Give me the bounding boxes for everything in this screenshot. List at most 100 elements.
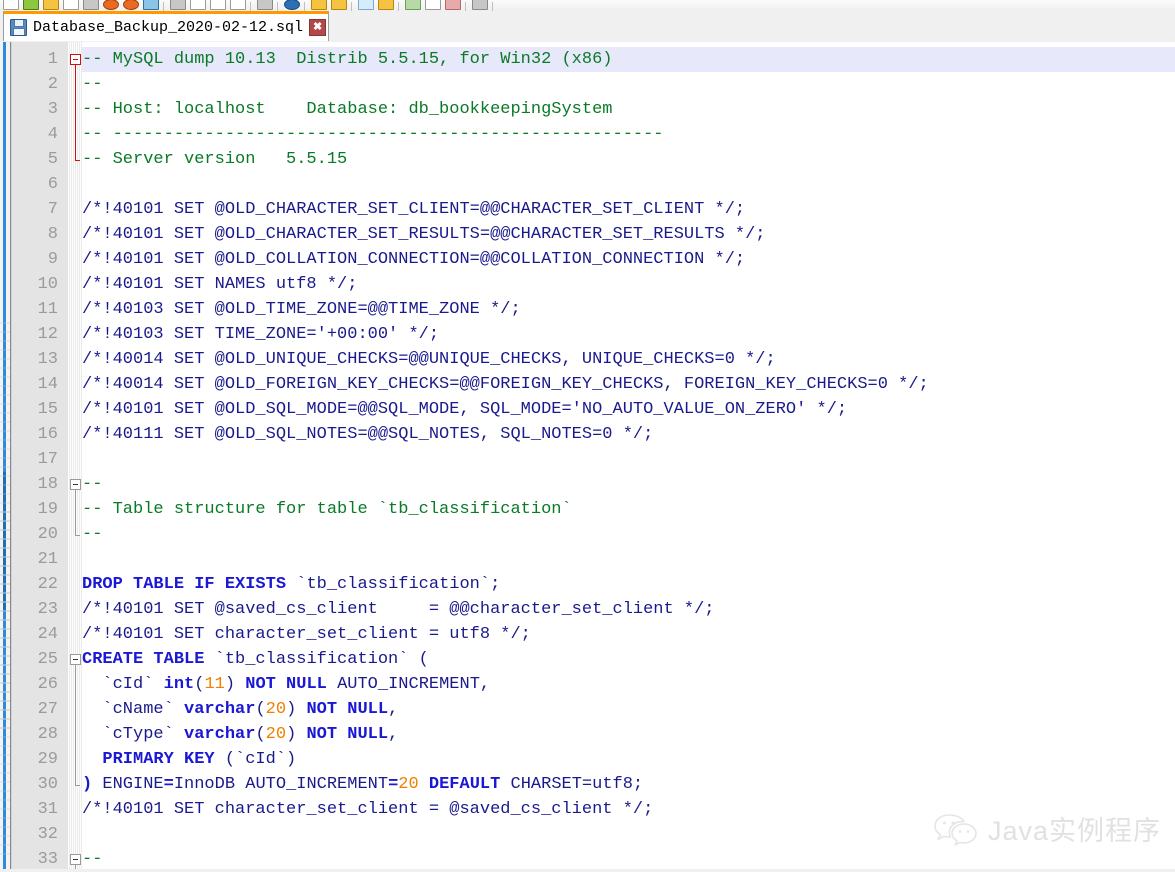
editor-area[interactable]: 1 2 3 4 5 6 7 8 9 10 11 12 13 14 15 16 17 18 19 20 21 22 23 24 2… (0, 42, 1175, 872)
close-all-button[interactable] (120, 0, 140, 11)
fold-marker-row[interactable] (68, 497, 82, 522)
code-pane[interactable]: -- MySQL dump 10.13 Distrib 5.5.15, for … (82, 42, 1175, 872)
code-line[interactable]: /*!40101 SET @OLD_CHARACTER_SET_CLIENT=@… (82, 197, 1175, 222)
line-number: 1 (12, 47, 68, 72)
code-line[interactable]: /*!40014 SET @OLD_UNIQUE_CHECKS=@@UNIQUE… (82, 347, 1175, 372)
fold-marker-row[interactable] (68, 772, 82, 797)
print-button[interactable] (80, 0, 100, 11)
code-line[interactable]: -- (82, 522, 1175, 547)
document-map-rail[interactable] (0, 42, 10, 872)
code-line[interactable]: ) ENGINE=InnoDB AUTO_INCREMENT=20 DEFAUL… (82, 772, 1175, 797)
close-icon[interactable]: ✖ (309, 19, 327, 36)
fold-marker-row[interactable] (68, 122, 82, 147)
code-line[interactable]: PRIMARY KEY (`cId`) (82, 747, 1175, 772)
code-line[interactable] (82, 172, 1175, 197)
undo-button[interactable] (207, 0, 227, 11)
code-line-text: /*!40101 SET character_set_client = utf8… (82, 622, 531, 647)
code-token: DEFAULT (428, 775, 501, 794)
save-file-button[interactable] (40, 0, 60, 11)
word-wrap-button[interactable] (308, 0, 328, 11)
code-line[interactable]: /*!40103 SET @OLD_TIME_ZONE=@@TIME_ZONE … (82, 297, 1175, 322)
close-file-button[interactable] (100, 0, 120, 11)
code-line[interactable]: -- (82, 72, 1175, 97)
line-number: 4 (12, 122, 68, 147)
plugin-button[interactable] (469, 0, 489, 11)
document-map-tick (0, 538, 10, 540)
code-line[interactable]: /*!40101 SET @OLD_COLLATION_CONNECTION=@… (82, 247, 1175, 272)
fold-marker-row[interactable] (68, 147, 82, 172)
document-map-tick (0, 376, 10, 378)
code-line[interactable]: CREATE TABLE `tb_classification` ( (82, 647, 1175, 672)
new-file-button[interactable] (0, 0, 20, 11)
code-line[interactable]: -- (82, 472, 1175, 497)
line-number-label: 20 (37, 525, 58, 544)
fold-marker-row[interactable] (68, 672, 82, 697)
run-button[interactable] (402, 0, 422, 11)
fold-marker-row[interactable] (68, 747, 82, 772)
code-token: , (388, 700, 399, 719)
code-line[interactable]: /*!40101 SET @OLD_SQL_MODE=@@SQL_MODE, S… (82, 397, 1175, 422)
code-line[interactable]: -- Server version 5.5.15 (82, 147, 1175, 172)
code-line[interactable]: -- MySQL dump 10.13 Distrib 5.5.15, for … (82, 47, 1175, 72)
save-all-button[interactable] (60, 0, 80, 11)
show-symbol-button[interactable] (328, 0, 348, 11)
code-line[interactable]: `cId` int(11) NOT NULL AUTO_INCREMENT, (82, 672, 1175, 697)
code-token: NOT NULL (306, 725, 389, 744)
code-line[interactable]: /*!40101 SET NAMES utf8 */; (82, 272, 1175, 297)
fold-marker-row[interactable] (68, 47, 82, 72)
code-token: ) (82, 775, 93, 794)
code-line[interactable]: -- -------------------------------------… (82, 122, 1175, 147)
macro-record-button[interactable] (422, 0, 442, 11)
code-line[interactable]: -- Host: localhost Database: db_bookkeep… (82, 97, 1175, 122)
code-line[interactable]: -- Table structure for table `tb_classif… (82, 497, 1175, 522)
code-token: /*!40101 SET @OLD_CHARACTER_SET_CLIENT=@… (82, 200, 746, 219)
tab-database-backup-sql[interactable]: Database_Backup_2020-02-12.sql ✖ (3, 11, 329, 41)
cut-button[interactable] (140, 0, 160, 11)
code-token: AUTO_INCREMENT, (326, 675, 491, 694)
paste-button[interactable] (187, 0, 207, 11)
code-token: /*!40101 SET @saved_cs_client = @@charac… (82, 600, 715, 619)
code-token: CREATE TABLE (82, 650, 205, 669)
code-line[interactable]: /*!40103 SET TIME_ZONE='+00:00' */; (82, 322, 1175, 347)
code-token: , (388, 725, 399, 744)
fold-collapse-icon[interactable] (70, 854, 81, 865)
code-line[interactable] (82, 547, 1175, 572)
code-folding-column[interactable] (68, 42, 82, 872)
code-token: CHARSET=utf8; (500, 775, 644, 794)
fold-marker-row[interactable] (68, 472, 82, 497)
code-token: = (163, 775, 174, 794)
code-line[interactable]: DROP TABLE IF EXISTS `tb_classification`… (82, 572, 1175, 597)
toolbar-separator (348, 0, 355, 11)
fold-marker-row[interactable] (68, 647, 82, 672)
document-map-button[interactable] (355, 0, 375, 11)
fold-collapse-icon[interactable] (70, 479, 81, 490)
code-line[interactable]: /*!40101 SET @OLD_CHARACTER_SET_RESULTS=… (82, 222, 1175, 247)
line-number: 29 (12, 747, 68, 772)
code-token: NOT NULL (245, 675, 327, 694)
document-map-tick (0, 358, 10, 360)
fold-marker-row[interactable] (68, 97, 82, 122)
fold-collapse-icon[interactable] (70, 654, 81, 665)
code-line[interactable] (82, 447, 1175, 472)
zoom-in-button[interactable] (281, 0, 301, 11)
fold-marker-row[interactable] (68, 72, 82, 97)
code-line[interactable]: /*!40101 SET character_set_client = utf8… (82, 622, 1175, 647)
fold-marker-row[interactable] (68, 697, 82, 722)
open-file-button[interactable] (20, 0, 40, 11)
redo-button[interactable] (227, 0, 247, 11)
fold-marker-row[interactable] (68, 522, 82, 547)
code-line[interactable]: `cName` varchar(20) NOT NULL, (82, 697, 1175, 722)
function-list-button[interactable] (375, 0, 395, 11)
macro-stop-button[interactable] (442, 0, 462, 11)
copy-button[interactable] (167, 0, 187, 11)
code-line[interactable]: /*!40101 SET @saved_cs_client = @@charac… (82, 597, 1175, 622)
code-line[interactable]: /*!40111 SET @OLD_SQL_NOTES=@@SQL_NOTES,… (82, 422, 1175, 447)
line-number: 16 (12, 422, 68, 447)
code-line[interactable]: /*!40014 SET @OLD_FOREIGN_KEY_CHECKS=@@F… (82, 372, 1175, 397)
fold-marker-row[interactable] (68, 722, 82, 747)
document-map-tick (0, 493, 10, 495)
code-line[interactable]: `cType` varchar(20) NOT NULL, (82, 722, 1175, 747)
fold-collapse-icon[interactable] (70, 54, 81, 65)
find-button[interactable] (254, 0, 274, 11)
line-number-label: 10 (37, 275, 58, 294)
